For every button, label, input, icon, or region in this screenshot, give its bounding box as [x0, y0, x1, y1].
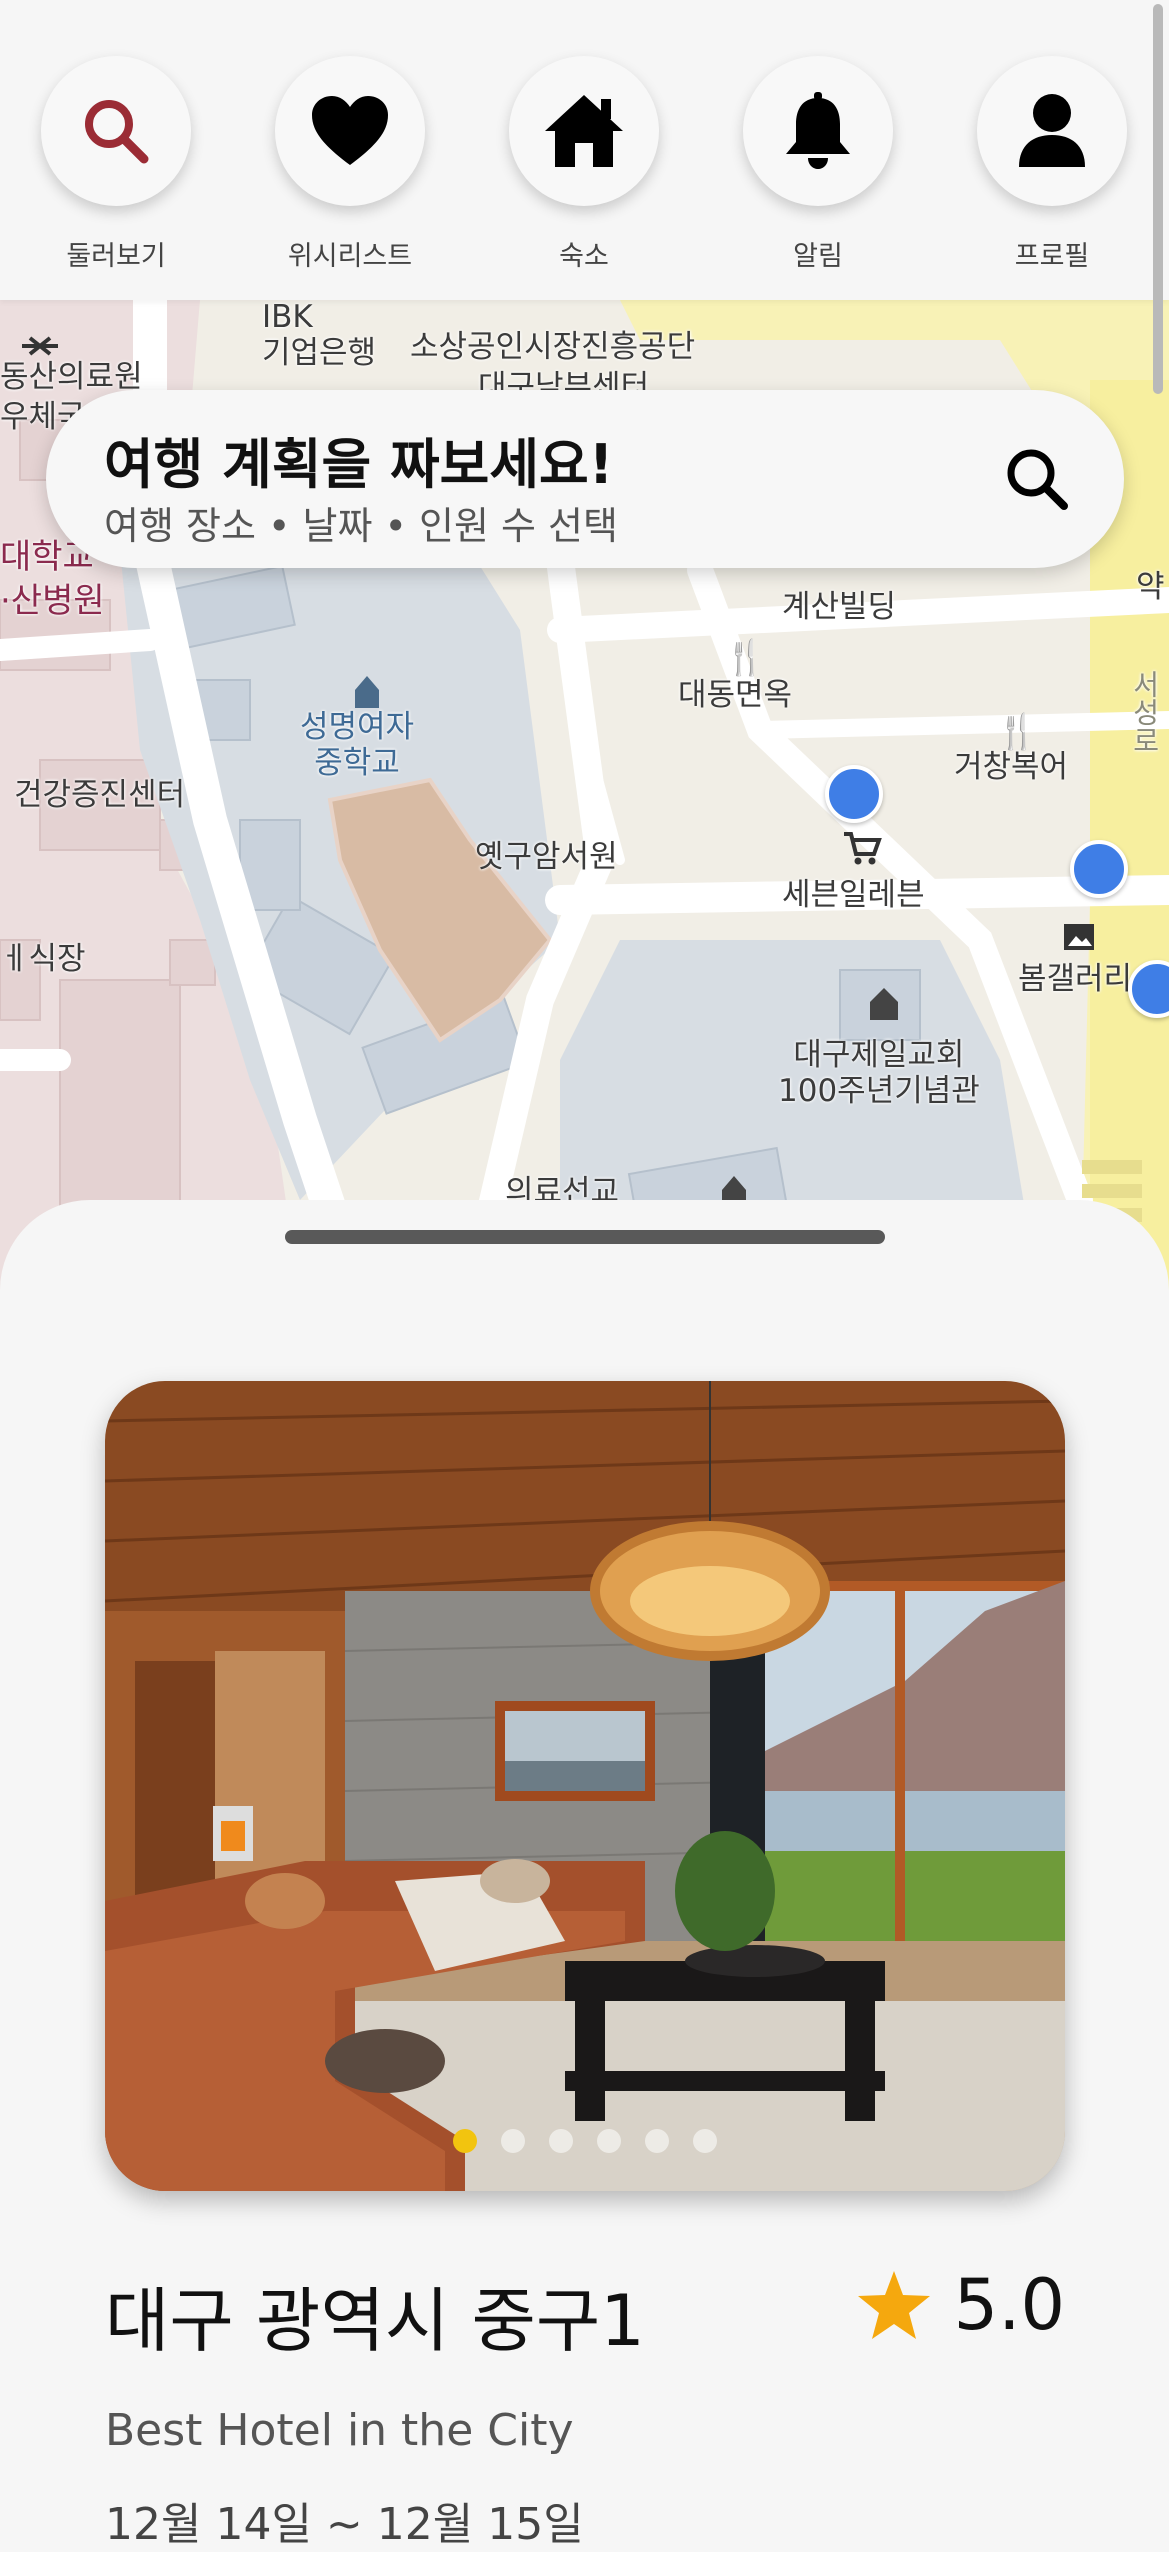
nav-wishlist-label: 위시리스트: [287, 241, 413, 272]
star-icon: [857, 2271, 930, 2339]
heart-icon: [312, 96, 388, 165]
map-label-church: 대구제일교회 100주년기념관: [778, 1037, 980, 1109]
carousel-dot[interactable]: [597, 2129, 621, 2153]
search-icon: [1007, 449, 1068, 510]
search-title: 여행 계획을 짜보세요!: [104, 433, 614, 496]
listing-photo-carousel[interactable]: [105, 1381, 1065, 2191]
sheet-grabber[interactable]: [285, 1230, 885, 1244]
map-label-bank: IBK 기업은행: [262, 300, 377, 371]
nav-stays-button[interactable]: [509, 56, 659, 206]
nav-notifications-button[interactable]: [743, 56, 893, 206]
nav-explore[interactable]: 둘러보기: [41, 56, 191, 273]
listing-photo: [105, 1381, 1065, 2191]
nav-profile-button[interactable]: [977, 56, 1127, 206]
listing-bottom-sheet[interactable]: 대구 광역시 중구1 5.0 Best Hotel in the City 12…: [0, 1200, 1169, 2550]
listing-subtitle: Best Hotel in the City: [105, 2405, 574, 2456]
scrollbar[interactable]: [1153, 4, 1163, 394]
map-label-street: 서성로: [1128, 670, 1162, 754]
map-label-school: 성명여자 중학교: [300, 709, 415, 781]
trip-search-bar[interactable]: 여행 계획을 짜보세요! 여행 장소 • 날짜 • 인원 수 선택: [46, 390, 1124, 568]
map-label-seven-eleven: 세븐일레븐: [782, 877, 925, 913]
carousel-dot[interactable]: [501, 2129, 525, 2153]
map-label-geochang: 거창복어: [954, 749, 1069, 785]
bus-stop-icon[interactable]: [1070, 840, 1128, 898]
top-navigation: 둘러보기 위시리스트 숙소 알림 프로필: [0, 0, 1169, 300]
carousel-dot[interactable]: [645, 2129, 669, 2153]
map-label-gyesan: 계산빌딩: [782, 589, 897, 625]
search-button[interactable]: [998, 440, 1078, 520]
map-label-daedong: 대동면옥: [678, 677, 793, 713]
nav-profile[interactable]: 프로필: [977, 56, 1127, 273]
nav-stays-label: 숙소: [559, 241, 609, 272]
listing-dates: 12월 14일 ~ 12월 15일: [105, 2499, 584, 2550]
map-label-yak: 약: [1136, 569, 1165, 605]
person-icon: [1019, 94, 1085, 167]
carousel-dot[interactable]: [453, 2129, 477, 2153]
search-subtitle: 여행 장소 • 날짜 • 인원 수 선택: [104, 504, 618, 548]
carousel-indicator[interactable]: [105, 2129, 1065, 2153]
bell-icon: [786, 92, 850, 169]
listing-rating: 5.0: [856, 2260, 1065, 2350]
rating-value: 5.0: [953, 2264, 1065, 2346]
map-label-agency: 소상공인시장진흥공단: [410, 329, 696, 365]
map-label-gallery: 봄갤러리: [1018, 961, 1133, 997]
restaurant-icon: 🍴: [996, 712, 1039, 752]
restaurant-icon: 🍴: [724, 638, 767, 678]
nav-profile-label: 프로필: [1014, 241, 1090, 272]
bus-stop-icon[interactable]: [825, 765, 883, 823]
nav-notifications[interactable]: 알림: [743, 56, 893, 273]
listing-title[interactable]: 대구 광역시 중구1: [105, 2265, 645, 2366]
carousel-dot[interactable]: [549, 2129, 573, 2153]
carousel-dot[interactable]: [693, 2129, 717, 2153]
map-label-restaurant: ㅔ식장: [0, 941, 86, 977]
map-label-seowon: 옛구암서원: [475, 839, 618, 875]
nav-notifications-label: 알림: [793, 241, 843, 272]
nav-explore-button[interactable]: [41, 56, 191, 206]
home-icon: [545, 95, 623, 167]
search-icon: [85, 100, 149, 164]
nav-explore-label: 둘러보기: [66, 241, 166, 272]
nav-wishlist-button[interactable]: [275, 56, 425, 206]
map-label-health-center: 건강증진센터: [14, 777, 186, 813]
nav-stays[interactable]: 숙소: [509, 56, 659, 273]
nav-wishlist[interactable]: 위시리스트: [275, 56, 425, 273]
map-label-hospital: ·산병원: [0, 581, 105, 621]
